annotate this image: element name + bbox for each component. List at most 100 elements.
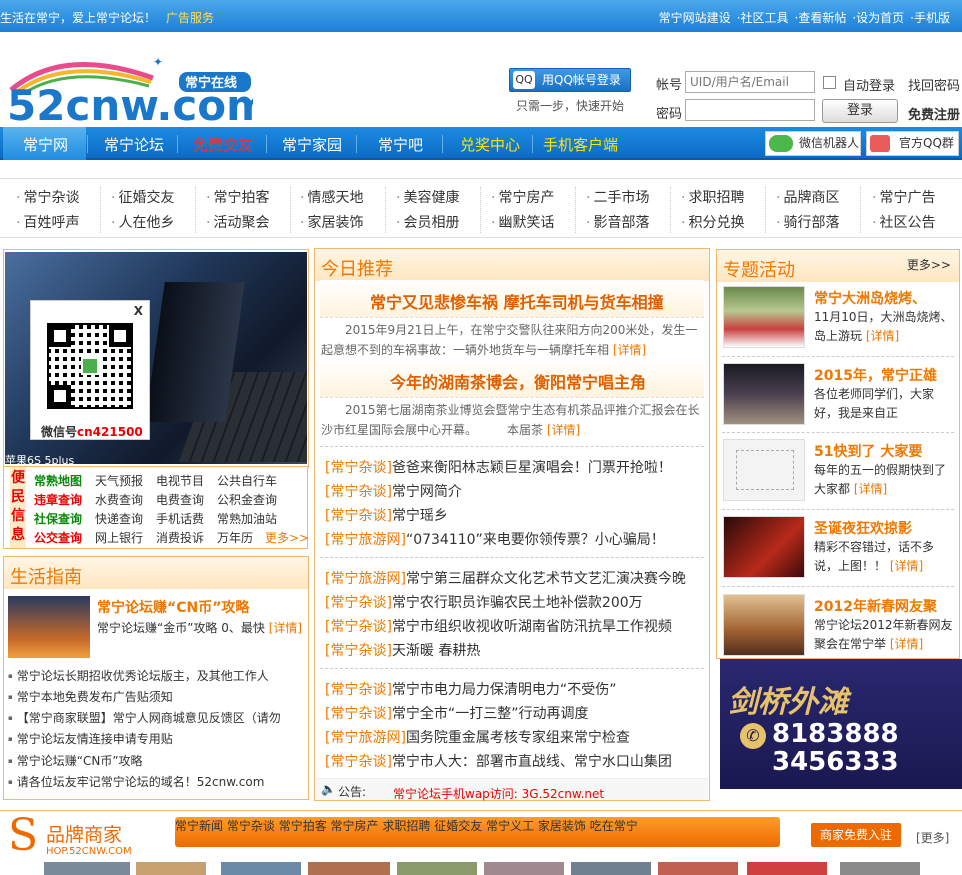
- news-item[interactable]: [常宁杂谈]常宁市组织收视收听湖南省防汛抗旱工作视频: [325, 616, 672, 636]
- headline-2-title[interactable]: 今年的湖南茶博会，衡阳常宁唱主角: [390, 369, 646, 393]
- topic-more[interactable]: [详情]: [890, 637, 923, 651]
- guide-item[interactable]: 请各位坛友牢记常宁论坛的域名！52cnw.com: [8, 773, 265, 790]
- conv-link[interactable]: 天气预报: [95, 472, 156, 489]
- conv-link[interactable]: 违章查询: [34, 491, 95, 508]
- news-text[interactable]: 常宁市人大：部署市直战线、常宁水口山集团: [392, 754, 672, 770]
- topic-more[interactable]: [详情]: [890, 559, 923, 573]
- conv-link[interactable]: 社保查询: [34, 510, 95, 527]
- shop-thumb[interactable]: [747, 862, 827, 875]
- ad-service-link[interactable]: 广告服务: [166, 11, 214, 25]
- news-text[interactable]: 常宁市电力局力保清明电力“不受伤”: [392, 682, 617, 698]
- conv-link[interactable]: 万年历: [217, 529, 265, 546]
- topic-more[interactable]: [详情]: [854, 482, 887, 496]
- login-button[interactable]: 登录: [822, 99, 898, 123]
- cat-link[interactable]: 会员相册: [396, 212, 459, 232]
- news-tag[interactable]: [常宁旅游网]: [325, 730, 406, 746]
- news-item[interactable]: [常宁杂谈]常宁瑶乡: [325, 505, 448, 525]
- cat-link[interactable]: 百姓呼声: [16, 212, 79, 232]
- cat-link[interactable]: 常宁拍客: [206, 187, 269, 207]
- shop-nav-item[interactable]: 常宁杂谈: [227, 819, 275, 833]
- conv-link[interactable]: 网上银行: [95, 529, 156, 546]
- nav-item-forum[interactable]: 常宁论坛: [104, 134, 164, 155]
- guide-item[interactable]: 常宁论坛友情连接申请专用贴: [8, 730, 173, 747]
- cat-link[interactable]: 征婚交友: [111, 187, 174, 207]
- conv-link[interactable]: 水费查询: [95, 491, 156, 508]
- news-text[interactable]: 常宁农行职员诈骗农民土地补偿款200万: [392, 595, 643, 611]
- news-text[interactable]: “0734110”来电要你领传票？小心骗局！: [406, 532, 665, 548]
- wechat-robot-button[interactable]: 微信机器人: [765, 131, 861, 156]
- account-input[interactable]: [685, 71, 815, 93]
- cat-link[interactable]: 二手市场: [586, 187, 649, 207]
- cat-link[interactable]: 积分兑换: [681, 212, 744, 232]
- shop-nav-item[interactable]: 家居装饰: [538, 819, 586, 833]
- guide-item[interactable]: 常宁本地免费发布广告贴须知: [8, 688, 173, 705]
- forgot-password-link[interactable]: 找回密码: [908, 75, 960, 94]
- shop-thumb[interactable]: [484, 862, 564, 875]
- cat-link[interactable]: 活动聚会: [206, 212, 269, 232]
- news-text[interactable]: 爸爸来衡阳林志颖巨星演唱会！门票开抢啦！: [392, 460, 672, 476]
- news-item[interactable]: [常宁旅游网]“0734110”来电要你领传票？小心骗局！: [325, 529, 665, 549]
- news-tag[interactable]: [常宁杂谈]: [325, 484, 392, 500]
- cat-link[interactable]: 家居装饰: [300, 212, 363, 232]
- auto-login-checkbox[interactable]: [823, 76, 836, 89]
- cat-link[interactable]: 常宁房产: [491, 187, 554, 207]
- conv-link[interactable]: 手机话费: [156, 510, 217, 527]
- guide-item[interactable]: 常宁论坛赚“CN币”攻略: [8, 752, 143, 769]
- news-text[interactable]: 常宁第三届群众文化艺术节文艺汇演决赛今晚: [406, 571, 686, 587]
- news-text[interactable]: 天渐暖 春耕热: [392, 643, 480, 659]
- news-text[interactable]: 常宁瑶乡: [392, 508, 448, 524]
- nav-item-home[interactable]: 常宁网: [23, 134, 68, 155]
- topic-item-title[interactable]: 2012年新春网友聚: [814, 596, 937, 616]
- conv-link[interactable]: 公共自行车: [217, 472, 278, 489]
- guide-item[interactable]: 【常宁商家联盟】常宁人网商城意见反馈区（请勿: [8, 709, 281, 726]
- shop-more-link[interactable]: [更多]: [916, 829, 949, 846]
- conv-link[interactable]: 常熟地图: [34, 472, 95, 489]
- headline-1-title[interactable]: 常宁又见悲惨车祸 摩托车司机与货车相撞: [370, 289, 664, 313]
- shop-nav-item[interactable]: 求职招聘: [382, 819, 430, 833]
- headline-1-more[interactable]: [详情]: [613, 343, 646, 357]
- shop-nav-item[interactable]: 常宁房产: [331, 819, 379, 833]
- news-text[interactable]: 国务院重金属考核专家组来常宁检查: [406, 730, 630, 746]
- news-item[interactable]: [常宁杂谈]常宁农行职员诈骗农民土地补偿款200万: [325, 592, 643, 612]
- news-item[interactable]: [常宁杂谈]爸爸来衡阳林志颖巨星演唱会！门票开抢啦！: [325, 457, 672, 477]
- conv-link[interactable]: 公交查询: [34, 529, 95, 546]
- password-input[interactable]: [685, 99, 815, 121]
- merchant-join-button[interactable]: 商家免费入驻: [811, 823, 901, 847]
- register-link[interactable]: 免费注册: [908, 104, 960, 123]
- topic-thumb[interactable]: [723, 594, 805, 656]
- shop-thumb[interactable]: [840, 862, 920, 875]
- cat-link[interactable]: 情感天地: [300, 187, 363, 207]
- shop-nav-item[interactable]: 常宁义工: [486, 819, 534, 833]
- conv-link[interactable]: 快递查询: [95, 510, 156, 527]
- top-link-mobile[interactable]: ·手机版: [910, 11, 950, 25]
- top-link-new-posts[interactable]: ·查看新帖: [795, 11, 847, 25]
- topic-thumb[interactable]: [723, 286, 805, 348]
- topic-more[interactable]: [详情]: [866, 329, 899, 343]
- nav-item-dating[interactable]: 免费交友: [193, 134, 253, 155]
- shop-thumb[interactable]: [136, 862, 206, 875]
- top-link-homepage[interactable]: ·设为首页: [852, 11, 904, 25]
- cat-link[interactable]: 人在他乡: [111, 212, 174, 232]
- topic-thumb[interactable]: [723, 516, 805, 578]
- cat-link[interactable]: 骑行部落: [776, 212, 839, 232]
- nav-item-mobile-client[interactable]: 手机客户端: [543, 134, 618, 155]
- news-item[interactable]: [常宁杂谈]天渐暖 春耕热: [325, 640, 480, 660]
- headline-2-more[interactable]: [详情]: [547, 423, 580, 437]
- topic-more-link[interactable]: 更多>>: [907, 256, 951, 273]
- topic-item-title[interactable]: 常宁大洲岛烧烤、: [814, 288, 926, 308]
- news-text[interactable]: 常宁网简介: [392, 484, 462, 500]
- news-tag[interactable]: [常宁杂谈]: [325, 595, 392, 611]
- nav-item-home-garden[interactable]: 常宁家园: [282, 134, 342, 155]
- news-tag[interactable]: [常宁杂谈]: [325, 643, 392, 659]
- shop-nav-item[interactable]: 常宁拍客: [279, 819, 327, 833]
- shop-nav-item[interactable]: 吃在常宁: [590, 819, 638, 833]
- news-item[interactable]: [常宁旅游网]国务院重金属考核专家组来常宁检查: [325, 727, 630, 747]
- conv-link[interactable]: 常熟加油站: [217, 510, 278, 527]
- shop-thumb[interactable]: [308, 862, 390, 875]
- guide-item[interactable]: 常宁论坛长期招收优秀论坛版主，及其他工作人: [8, 667, 269, 684]
- cat-link[interactable]: 常宁杂谈: [16, 187, 79, 207]
- topic-thumb[interactable]: [723, 439, 805, 501]
- real-estate-ad[interactable]: 剑桥外滩 ✆ 8183888 3456333: [720, 659, 962, 789]
- news-item[interactable]: [常宁旅游网]常宁第三届群众文化艺术节文艺汇演决赛今晚: [325, 568, 686, 588]
- news-item[interactable]: [常宁杂谈]常宁全市“一打三整”行动再调度: [325, 703, 588, 723]
